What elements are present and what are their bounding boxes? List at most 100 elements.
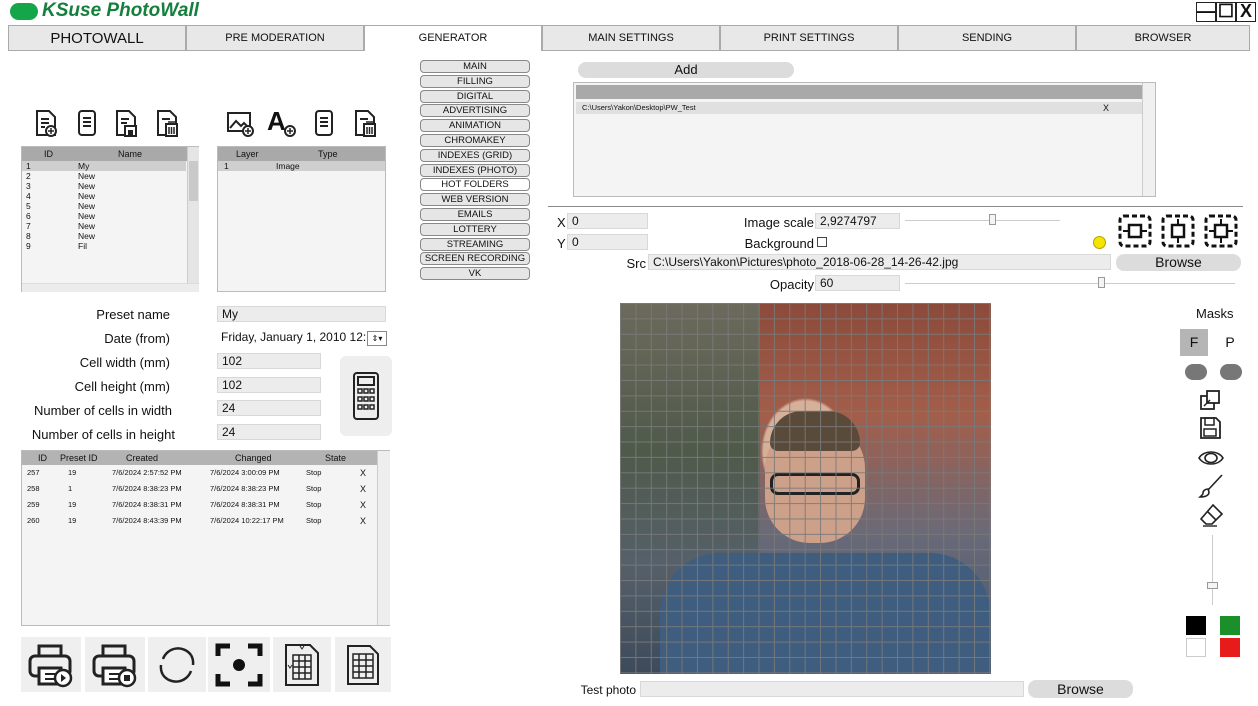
background-checkbox[interactable] [817, 237, 827, 247]
side-menu-digital[interactable]: DIGITAL [420, 89, 530, 103]
mask-shape-right[interactable] [1220, 364, 1242, 380]
scrollbar-thumb[interactable] [189, 161, 198, 201]
side-menu-vk[interactable]: VK [420, 267, 530, 281]
tab-sending[interactable]: SENDING [898, 25, 1076, 51]
jobs-scrollbar[interactable] [377, 451, 390, 625]
refresh-button[interactable] [148, 637, 206, 692]
fit-height-button[interactable] [1160, 213, 1196, 249]
job-row[interactable]: 258 1 7/6/2024 8:38:23 PM 7/6/2024 8:38:23 … [22, 481, 389, 497]
browse-src-button[interactable]: Browse [1116, 254, 1241, 271]
image-scale-slider[interactable] [905, 220, 1060, 221]
browse-test-photo-button[interactable]: Browse [1028, 680, 1133, 698]
remove-folder-button[interactable]: X [1103, 102, 1109, 114]
preset-row[interactable]: 8 New [22, 231, 186, 241]
side-menu-web-version[interactable]: WEB VERSION [420, 193, 530, 207]
brush-size-slider-thumb[interactable] [1207, 582, 1218, 589]
side-menu-chromakey[interactable]: CHROMAKEY [420, 134, 530, 147]
save-mask-button[interactable] [1198, 415, 1224, 441]
y-field[interactable]: 0 [567, 234, 648, 250]
preset-row[interactable]: 5 New [22, 201, 186, 211]
jobs-table[interactable]: ID Preset ID Created Changed State 257 19… [21, 450, 390, 626]
table-sheet-button[interactable] [335, 637, 391, 692]
side-menu-main[interactable]: MAIN [420, 60, 530, 73]
cell-height-field[interactable]: 102 [217, 377, 321, 393]
cell-width-field[interactable]: 102 [217, 353, 321, 369]
eraser-tool-button[interactable] [1198, 502, 1226, 530]
close-button[interactable]: X [1236, 2, 1256, 22]
cells-height-field[interactable]: 24 [217, 424, 321, 440]
side-menu-advertising[interactable]: ADVERTISING [420, 104, 530, 118]
test-photo-field[interactable] [640, 681, 1024, 697]
preset-name-field[interactable]: My [217, 306, 386, 322]
image-scale-slider-thumb[interactable] [989, 214, 996, 225]
side-menu-emails[interactable]: EMAILS [420, 208, 530, 221]
capture-button[interactable] [208, 637, 270, 692]
opacity-field[interactable]: 60 [815, 275, 900, 291]
side-menu-screen-recording[interactable]: SCREEN RECORDING [420, 252, 530, 266]
maximize-button[interactable]: ☐ [1216, 2, 1236, 22]
color-swatch-white[interactable] [1186, 638, 1206, 657]
date-spinner-chevron-down-icon[interactable]: ⇕▾ [367, 331, 387, 346]
color-swatch-red[interactable] [1220, 638, 1240, 657]
delete-job-button[interactable]: X [360, 497, 366, 513]
color-swatch-black[interactable] [1186, 616, 1206, 635]
layer-list[interactable]: Layer Type 1 Image [217, 146, 386, 292]
preset-row[interactable]: 7 New [22, 221, 186, 231]
minimize-button[interactable]: — [1196, 2, 1216, 22]
side-menu-indexes-photo[interactable]: INDEXES (PHOTO) [420, 163, 530, 177]
preset-row[interactable]: 2 New [22, 171, 186, 181]
side-menu-hot-folders[interactable]: HOT FOLDERS [420, 178, 530, 192]
grid-sheet-button[interactable] [273, 637, 331, 692]
layer-row[interactable]: 1 Image [218, 161, 385, 171]
hot-folders-scrollbar[interactable] [1142, 83, 1155, 196]
color-swatch-green[interactable] [1220, 616, 1240, 635]
date-from-field[interactable]: Friday, January 1, 2010 12: [217, 330, 369, 347]
preset-row[interactable]: 3 New [22, 181, 186, 191]
delete-layer-icon[interactable] [350, 107, 380, 139]
delete-preset-icon[interactable] [153, 107, 181, 139]
save-preset-icon[interactable] [112, 107, 140, 139]
cells-width-field[interactable]: 24 [217, 400, 321, 416]
preset-row[interactable]: 1 My [22, 161, 186, 171]
preset-list[interactable]: ID Name 1 My 2 New 3 New 4 New 5 New 6 New 7 New 8 New 9… [21, 146, 199, 292]
job-row[interactable]: 257 19 7/6/2024 2:57:52 PM 7/6/2024 3:00:09… [22, 465, 389, 481]
mask-f-button[interactable]: F [1180, 329, 1208, 356]
mask-p-button[interactable]: P [1216, 329, 1244, 356]
src-field[interactable]: C:\Users\Yakon\Pictures\photo_2018-06-28… [648, 254, 1111, 270]
side-menu-filling[interactable]: FILLING [420, 74, 530, 88]
delete-job-button[interactable]: X [360, 513, 366, 529]
tab-print-settings[interactable]: PRINT SETTINGS [720, 25, 898, 51]
opacity-slider-thumb[interactable] [1098, 277, 1105, 288]
preset-row[interactable]: 9 Fil [22, 241, 186, 251]
preset-list-hscrollbar[interactable] [22, 283, 199, 292]
print-start-button[interactable] [21, 637, 81, 692]
preset-row[interactable]: 6 New [22, 211, 186, 221]
tab-main-settings[interactable]: MAIN SETTINGS [542, 25, 720, 51]
side-menu-streaming[interactable]: STREAMING [420, 237, 530, 251]
preset-row[interactable]: 4 New [22, 191, 186, 201]
image-scale-field[interactable]: 2,9274797 [815, 213, 900, 229]
fit-width-button[interactable] [1117, 213, 1153, 249]
add-image-layer-icon[interactable] [225, 107, 255, 139]
tab-browser[interactable]: BROWSER [1076, 25, 1250, 51]
tab-generator[interactable]: GENERATOR [364, 25, 542, 51]
mask-shape-left[interactable] [1185, 364, 1207, 380]
tab-photowall[interactable]: PHOTOWALL [8, 25, 186, 51]
open-mask-button[interactable] [1198, 388, 1224, 414]
hot-folders-list[interactable]: C:\Users\Yakon\Desktop\PW_Test X [573, 82, 1156, 197]
print-stop-button[interactable] [85, 637, 145, 692]
hot-folder-row[interactable]: C:\Users\Yakon\Desktop\PW_Test X [576, 102, 1142, 114]
job-row[interactable]: 259 19 7/6/2024 8:38:31 PM 7/6/2024 8:38:31… [22, 497, 389, 513]
copy-layer-icon[interactable] [311, 107, 337, 139]
side-menu-lottery[interactable]: LOTTERY [420, 222, 530, 236]
opacity-slider[interactable] [905, 283, 1235, 284]
preview-canvas[interactable] [620, 303, 991, 674]
side-menu-indexes-grid[interactable]: INDEXES (GRID) [420, 148, 530, 162]
tab-pre-moderation[interactable]: PRE MODERATION [186, 25, 364, 51]
delete-job-button[interactable]: X [360, 465, 366, 481]
copy-preset-icon[interactable] [74, 107, 100, 139]
job-row[interactable]: 260 19 7/6/2024 8:43:39 PM 7/6/2024 10:22:1… [22, 513, 389, 529]
brush-tool-button[interactable] [1198, 473, 1226, 501]
preset-list-scrollbar[interactable] [187, 147, 199, 283]
add-preset-icon[interactable] [32, 107, 60, 139]
